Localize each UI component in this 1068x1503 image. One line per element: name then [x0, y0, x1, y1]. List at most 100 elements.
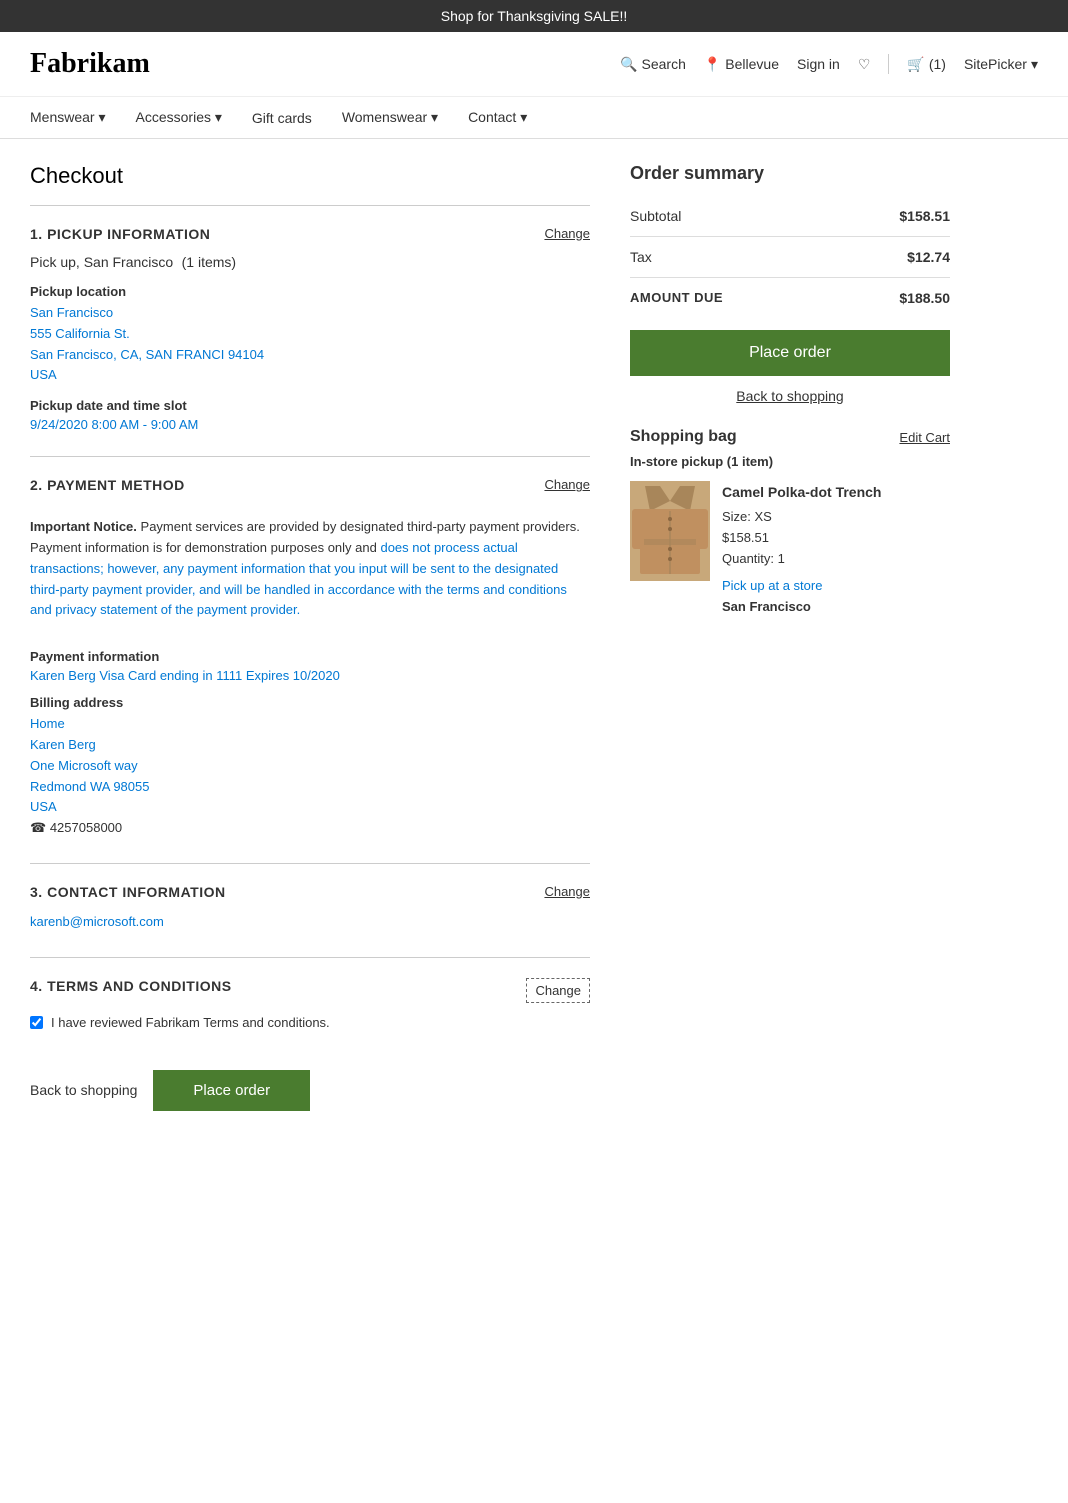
wishlist-link[interactable]: ♡: [858, 56, 871, 73]
header: Fabrikam 🔍 Search 📍 Bellevue Sign in ♡ 🛒…: [0, 32, 1068, 97]
pickup-items-count: (1 items): [182, 254, 236, 270]
edit-cart-link[interactable]: Edit Cart: [899, 430, 950, 445]
bag-item-details: Camel Polka-dot Trench Size: XS $158.51 …: [722, 481, 881, 617]
header-divider: [888, 54, 889, 74]
nav-accessories-label: Accessories: [136, 109, 211, 125]
main-content: Checkout 1. PICKUP INFORMATION Change Pi…: [0, 139, 1068, 1135]
subtotal-label: Subtotal: [630, 208, 681, 224]
page-title-divider: [30, 205, 590, 206]
subtotal-row: Subtotal $158.51: [630, 200, 950, 232]
banner-text: Shop for Thanksgiving SALE!!: [441, 8, 628, 24]
nav-menswear-label: Menswear: [30, 109, 95, 125]
billing-address: Home Karen Berg One Microsoft way Redmon…: [30, 714, 590, 839]
place-order-button[interactable]: Place order: [630, 330, 950, 376]
pickup-city-state: San Francisco, CA, SAN FRANCI 94104: [30, 345, 590, 366]
contact-email: karenb@microsoft.com: [30, 912, 590, 933]
bag-item-size: Size: XS: [722, 507, 881, 528]
pickup-city-title: Pick up, San Francisco: [30, 254, 173, 270]
amount-due-label: AMOUNT DUE: [630, 290, 723, 306]
billing-street: One Microsoft way: [30, 756, 590, 777]
cart-icon: 🛒: [907, 56, 924, 73]
contact-number: 3.: [30, 884, 43, 900]
cart-link[interactable]: 🛒 (1): [907, 56, 946, 73]
section-payment: 2. PAYMENT METHOD Change Important Notic…: [30, 477, 590, 839]
section-pickup-header: 1. PICKUP INFORMATION Change: [30, 226, 590, 242]
order-summary: Order summary Subtotal $158.51 Tax $12.7…: [630, 163, 950, 404]
pickup-address: San Francisco 555 California St. San Fra…: [30, 303, 590, 386]
nav-womenswear[interactable]: Womenswear ▾: [342, 109, 438, 126]
nav-menswear[interactable]: Menswear ▾: [30, 109, 106, 126]
nav: Menswear ▾ Accessories ▾ Gift cards Wome…: [0, 97, 1068, 139]
pickup-datetime-label: Pickup date and time slot: [30, 398, 590, 413]
billing-country: USA: [30, 797, 590, 818]
bottom-back-link[interactable]: Back to shopping: [30, 1082, 137, 1098]
site-picker-label: SitePicker: [964, 56, 1027, 72]
product-image-svg: [630, 481, 710, 581]
location-label: Bellevue: [725, 56, 779, 72]
terms-change-button[interactable]: Change: [526, 978, 590, 1003]
bag-item-name: Camel Polka-dot Trench: [722, 481, 881, 503]
section-payment-header: 2. PAYMENT METHOD Change: [30, 477, 590, 493]
billing-name: Karen Berg: [30, 735, 590, 756]
section-pickup: 1. PICKUP INFORMATION Change Pick up, Sa…: [30, 226, 590, 432]
cart-count: (1): [929, 56, 946, 72]
bag-item: Camel Polka-dot Trench Size: XS $158.51 …: [630, 481, 950, 617]
summary-divider2: [630, 277, 950, 278]
shopping-bag: Shopping bag Edit Cart In-store pickup (…: [630, 428, 950, 617]
pickup-country: USA: [30, 365, 590, 386]
nav-accessories[interactable]: Accessories ▾: [136, 109, 222, 126]
section2-divider: [30, 863, 590, 864]
bag-item-store: San Francisco: [722, 597, 881, 618]
payment-title-text: PAYMENT METHOD: [47, 477, 185, 493]
chevron-down-icon: ▾: [431, 109, 438, 125]
section-terms-header: 4. TERMS AND CONDITIONS Change: [30, 978, 590, 1003]
pickup-change-link[interactable]: Change: [544, 226, 590, 241]
order-summary-title: Order summary: [630, 163, 950, 184]
billing-city: Redmond WA 98055: [30, 777, 590, 798]
chevron-down-icon: ▾: [1031, 56, 1038, 73]
subtotal-value: $158.51: [899, 208, 950, 224]
terms-checkbox-row: I have reviewed Fabrikam Terms and condi…: [30, 1015, 590, 1030]
search-icon: 🔍: [620, 56, 637, 73]
shopping-bag-header: Shopping bag Edit Cart: [630, 428, 950, 446]
pickup-location-label: Pickup location: [30, 284, 590, 299]
payment-notice: Important Notice. Payment services are p…: [30, 505, 590, 633]
back-to-shopping-link[interactable]: Back to shopping: [630, 388, 950, 404]
terms-section-title: 4. TERMS AND CONDITIONS: [30, 978, 232, 994]
amount-due-value: $188.50: [899, 290, 950, 306]
signin-link[interactable]: Sign in: [797, 56, 840, 72]
pickup-number: 1.: [30, 226, 43, 242]
bag-item-quantity: Quantity: 1: [722, 549, 881, 570]
search-link[interactable]: 🔍 Search: [620, 56, 686, 73]
terms-checkbox[interactable]: [30, 1016, 43, 1029]
page-title: Checkout: [30, 163, 590, 189]
bag-pickup-label: In-store pickup (1 item): [630, 454, 950, 469]
payment-change-link[interactable]: Change: [544, 477, 590, 492]
chevron-down-icon: ▾: [98, 109, 105, 125]
chevron-down-icon: ▾: [520, 109, 527, 125]
logo[interactable]: Fabrikam: [30, 48, 620, 80]
pickup-location-title: Pick up, San Francisco (1 items): [30, 254, 590, 272]
phone-icon: ☎: [30, 820, 46, 835]
nav-contact[interactable]: Contact ▾: [468, 109, 527, 126]
tax-row: Tax $12.74: [630, 241, 950, 273]
location-link[interactable]: 📍 Bellevue: [704, 56, 779, 73]
payment-info-value: Karen Berg Visa Card ending in 1111 Expi…: [30, 668, 590, 683]
terms-title-text: TERMS AND CONDITIONS: [47, 978, 231, 994]
notice-bold: Important Notice.: [30, 519, 137, 534]
payment-info-label: Payment information: [30, 649, 590, 664]
bag-item-pickup-label: Pick up at a store: [722, 576, 881, 597]
contact-change-link[interactable]: Change: [544, 884, 590, 899]
contact-section-title: 3. CONTACT INFORMATION: [30, 884, 226, 900]
bottom-place-order-button[interactable]: Place order: [153, 1070, 310, 1111]
billing-phone: ☎ 4257058000: [30, 818, 590, 839]
pickup-title-text: PICKUP INFORMATION: [47, 226, 210, 242]
tax-value: $12.74: [907, 249, 950, 265]
nav-womenswear-label: Womenswear: [342, 109, 427, 125]
summary-divider1: [630, 236, 950, 237]
nav-giftcards[interactable]: Gift cards: [252, 110, 312, 126]
site-picker-link[interactable]: SitePicker ▾: [964, 56, 1038, 73]
amount-due-row: AMOUNT DUE $188.50: [630, 282, 950, 314]
pickup-datetime: 9/24/2020 8:00 AM - 9:00 AM: [30, 417, 590, 432]
pickup-street: 555 California St.: [30, 324, 590, 345]
